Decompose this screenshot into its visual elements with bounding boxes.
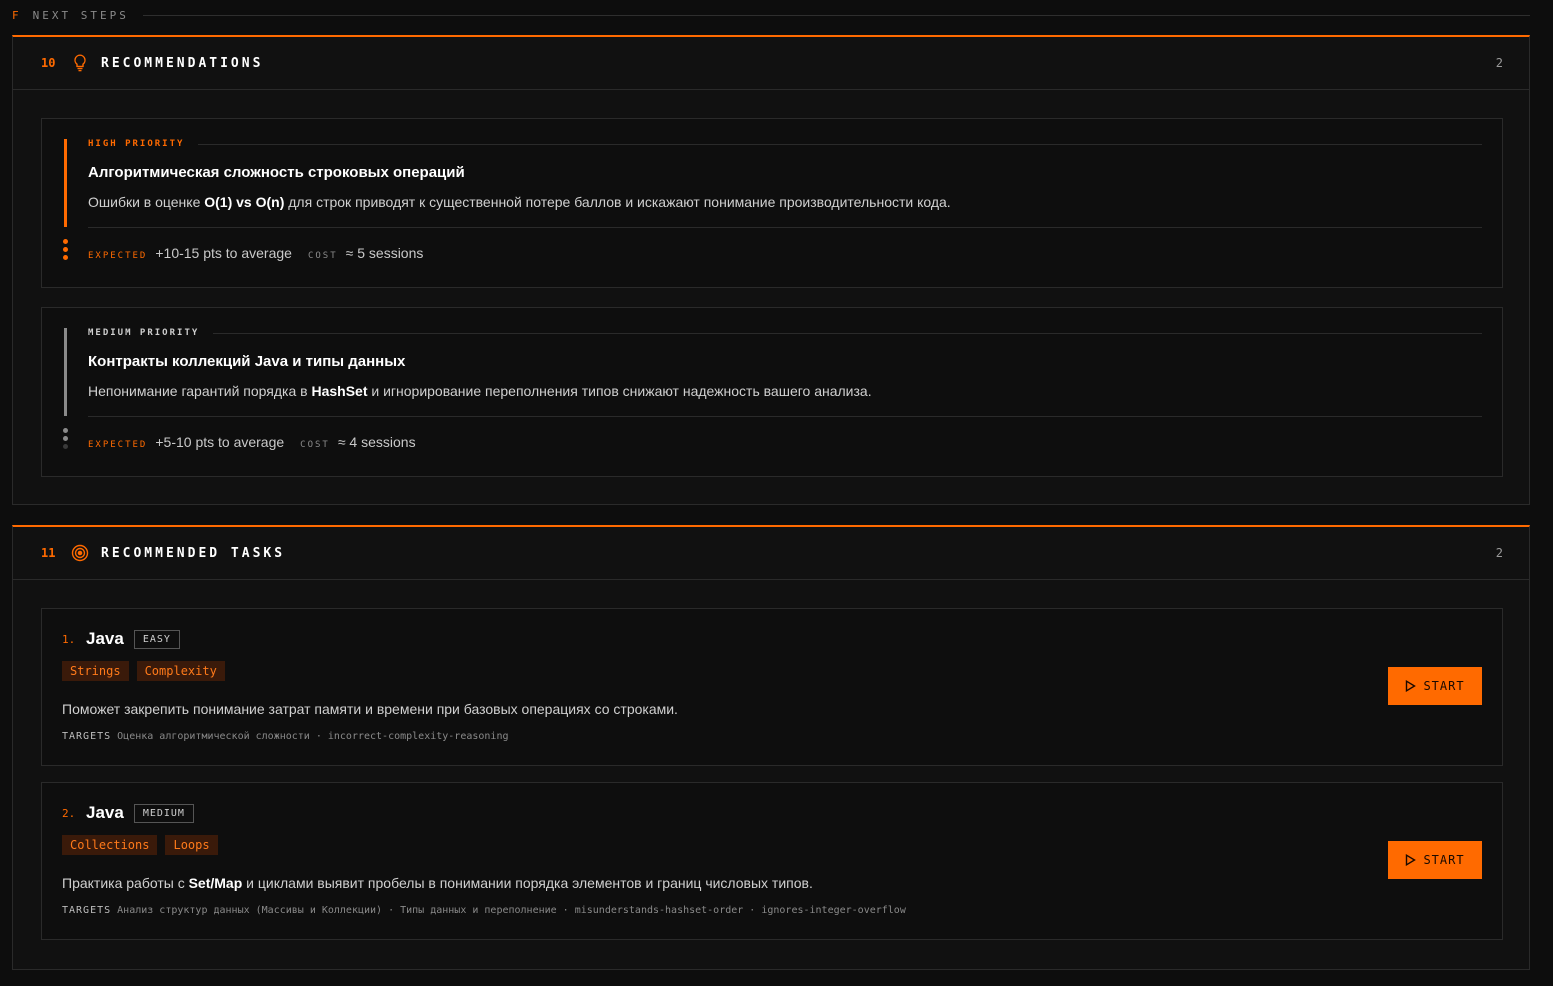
start-button[interactable]: START <box>1388 841 1482 879</box>
task-description: Поможет закрепить понимание затрат памят… <box>62 701 678 717</box>
progress-dots <box>63 428 69 452</box>
cost-value: ≈ 4 sessions <box>337 434 416 450</box>
cost-label: COST <box>300 440 330 450</box>
recommendations-panel: 10 RECOMMENDATIONS 2 HIGH PRIORITY Алгор… <box>12 35 1530 505</box>
panel-count: 2 <box>1495 546 1503 560</box>
lightbulb-icon <box>71 54 89 72</box>
task-card: 1. Java EASY Strings Complexity Поможет … <box>41 608 1503 766</box>
tag: Collections <box>62 835 158 855</box>
task-description: Практика работы с Set/Map и циклами выяв… <box>62 875 813 891</box>
task-targets: TARGETS Оценка алгоритмической сложности … <box>62 731 509 742</box>
tag-list: Collections Loops <box>62 835 226 855</box>
cost-label: COST <box>307 251 338 261</box>
target-icon <box>71 544 89 562</box>
recommendation-description: Ошибки в оценке O(1) vs O(n) для строк п… <box>88 194 951 210</box>
recommendation-description: Непонимание гарантий порядка в HashSet и… <box>88 383 872 399</box>
difficulty-badge: EASY <box>133 629 180 649</box>
panel-number: 11 <box>41 546 56 560</box>
priority-bar <box>64 139 67 227</box>
expected-label: EXPECTED <box>88 440 148 450</box>
recommendation-meta: EXPECTED +5-10 pts to average COST ≈ 4 s… <box>88 434 416 450</box>
task-language: Java <box>86 803 124 822</box>
panel-count: 2 <box>1495 56 1503 70</box>
tag: Complexity <box>136 661 225 681</box>
tasks-panel: 11 RECOMMENDED TASKS 2 1. Java EASY Stri… <box>12 525 1530 970</box>
panel-number: 10 <box>41 56 56 70</box>
recommendation-meta: EXPECTED +10-15 pts to average COST ≈ 5 … <box>88 245 423 261</box>
recommendation-title: Контракты коллекций Java и типы данных <box>88 353 406 370</box>
recommendation-title: Алгоритмическая сложность строковых опер… <box>88 164 465 181</box>
task-language: Java <box>86 629 124 648</box>
tag-list: Strings Complexity <box>62 661 233 681</box>
task-index: 2. <box>62 806 76 820</box>
task-card: 2. Java MEDIUM Collections Loops Практик… <box>41 782 1503 940</box>
start-button-label: START <box>1423 853 1465 867</box>
panel-title: RECOMMENDATIONS <box>101 55 264 71</box>
start-button[interactable]: START <box>1388 667 1482 705</box>
recommendation-card[interactable]: MEDIUM PRIORITY Контракты коллекций Java… <box>41 307 1503 477</box>
section-divider <box>142 14 1530 16</box>
difficulty-badge: MEDIUM <box>133 803 194 823</box>
priority-bar <box>64 328 67 416</box>
expected-value: +5-10 pts to average <box>155 434 285 450</box>
section-label: NEXT STEPS <box>32 8 129 22</box>
progress-dots <box>63 239 69 263</box>
section-letter: F <box>12 8 21 22</box>
priority-label: HIGH PRIORITY <box>88 139 185 149</box>
cost-value: ≈ 5 sessions <box>345 245 424 261</box>
priority-label: MEDIUM PRIORITY <box>88 328 200 338</box>
recommendation-card[interactable]: HIGH PRIORITY Алгоритмическая сложность … <box>41 118 1503 288</box>
recommendations-header: 10 RECOMMENDATIONS 2 <box>13 37 1529 90</box>
section-header: F NEXT STEPS <box>12 4 1530 26</box>
task-index: 1. <box>62 632 76 646</box>
tag: Loops <box>165 835 218 855</box>
tag: Strings <box>62 661 129 681</box>
start-button-label: START <box>1423 679 1465 693</box>
play-icon <box>1405 854 1417 866</box>
task-targets: TARGETS Анализ структур данных (Массивы и… <box>62 905 906 916</box>
panel-title: RECOMMENDED TASKS <box>101 545 286 561</box>
tasks-header: 11 RECOMMENDED TASKS 2 <box>13 527 1529 580</box>
expected-label: EXPECTED <box>88 251 148 261</box>
play-icon <box>1405 680 1417 692</box>
expected-value: +10-15 pts to average <box>155 245 292 261</box>
